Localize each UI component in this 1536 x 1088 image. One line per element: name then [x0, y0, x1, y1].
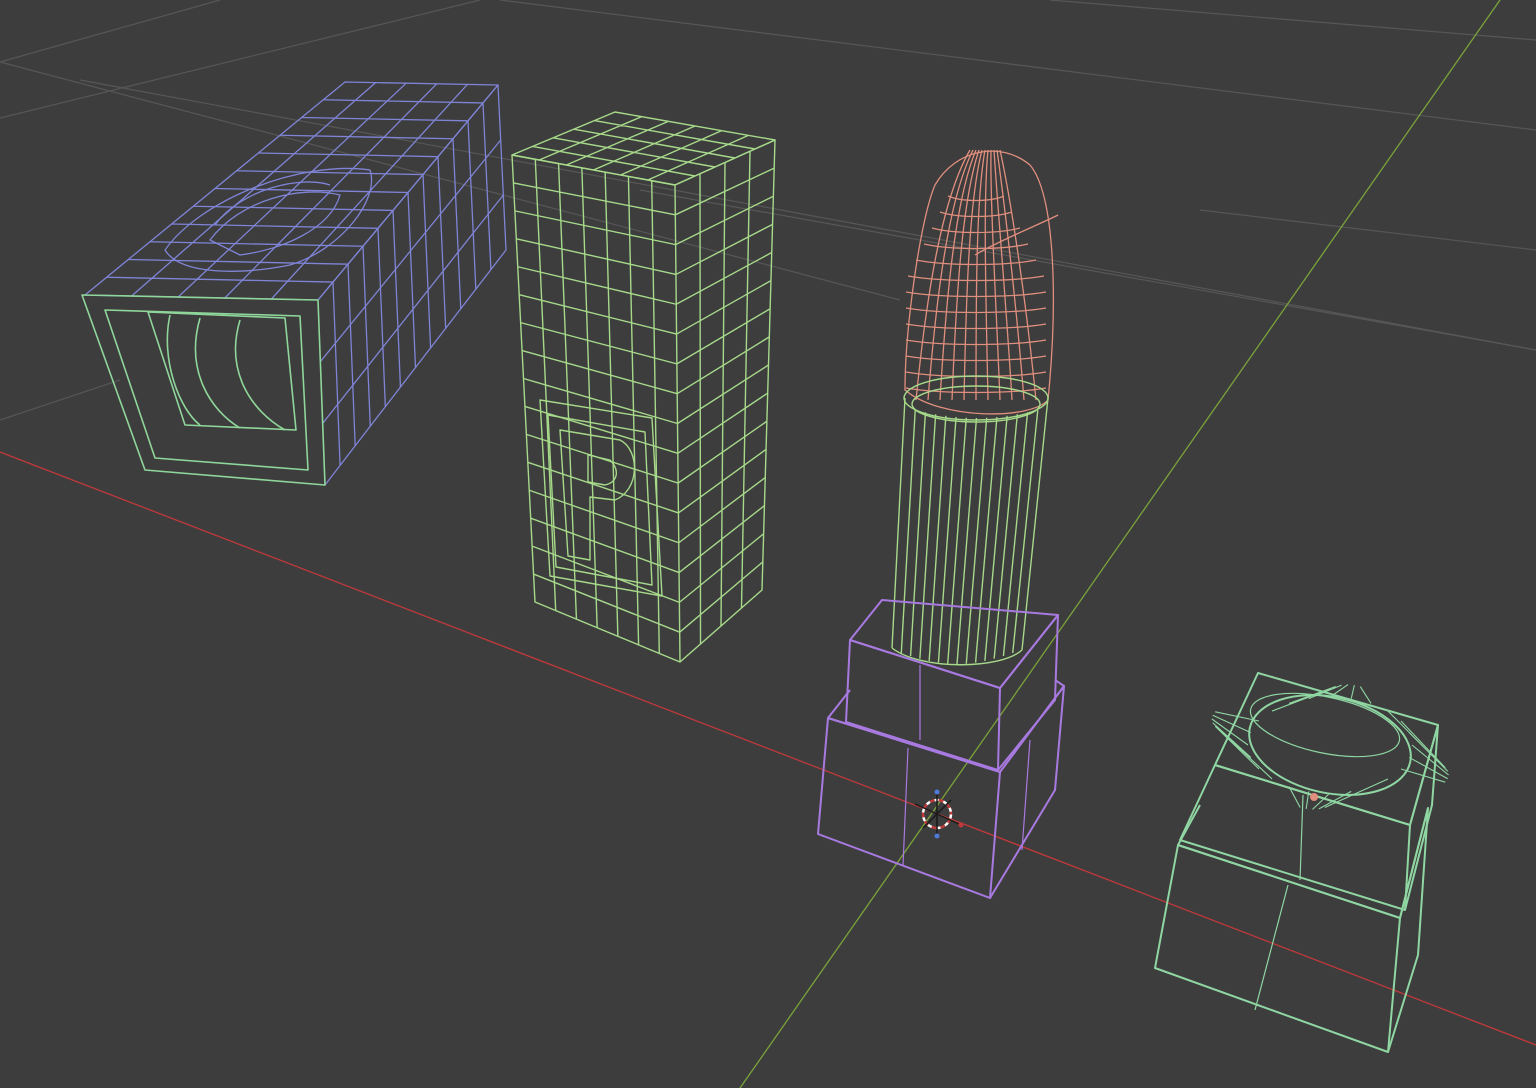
standing-case-grid — [513, 116, 775, 654]
lying-case-rim-object[interactable] — [81, 294, 326, 486]
lipstick-tip-grid — [905, 149, 1047, 401]
grid-line — [0, 61, 901, 301]
base-cap-hole — [1248, 694, 1412, 796]
lipstick-base-object[interactable] — [817, 599, 1065, 899]
wireframe-scene[interactable] — [0, 0, 1536, 1088]
base-cap-lower-front — [1154, 844, 1401, 1053]
lipstick-base-upper-front — [845, 639, 1001, 771]
grid-line — [1199, 209, 1536, 251]
selection-dot-icon[interactable] — [1310, 793, 1318, 801]
lipstick-tip-object[interactable] — [904, 149, 1059, 415]
lipstick-base-top — [849, 599, 1059, 689]
base-cap-rays — [1211, 684, 1449, 810]
lipstick-tube-object[interactable] — [891, 375, 1049, 666]
grid-line — [1049, 0, 1536, 41]
origin-x-dot — [958, 822, 964, 828]
grid-line — [639, 189, 1536, 351]
lying-case-rim-outer — [81, 294, 326, 486]
origin-z-dot — [934, 789, 940, 795]
lipstick-tip-cut — [974, 214, 1059, 256]
base-cap-ledge — [1177, 804, 1429, 919]
origin-z-dot — [934, 833, 940, 839]
lipstick-base-upper-side — [997, 614, 1059, 771]
grid-line — [0, 0, 481, 119]
standing-case-object[interactable] — [511, 111, 776, 663]
lipstick-tube-grid — [900, 410, 1039, 665]
base-cap-upper-front — [1179, 764, 1411, 911]
grid-line — [0, 379, 121, 421]
lying-case-inner-curves — [166, 314, 286, 431]
lying-case-rim-inner — [104, 309, 309, 471]
lipstick-base-lower-front — [817, 717, 1001, 899]
grid-line — [0, 0, 221, 63]
3d-viewport[interactable] — [0, 0, 1536, 1088]
lipstick-base-lower-side — [989, 685, 1065, 899]
base-cap-seams — [1254, 794, 1304, 1011]
lipstick-base-seams — [902, 665, 1031, 867]
base-cap-object[interactable] — [1154, 672, 1449, 1053]
y-axis-line — [739, 0, 1501, 1088]
lying-case-logo — [164, 167, 373, 272]
grid-line — [499, 0, 1536, 131]
